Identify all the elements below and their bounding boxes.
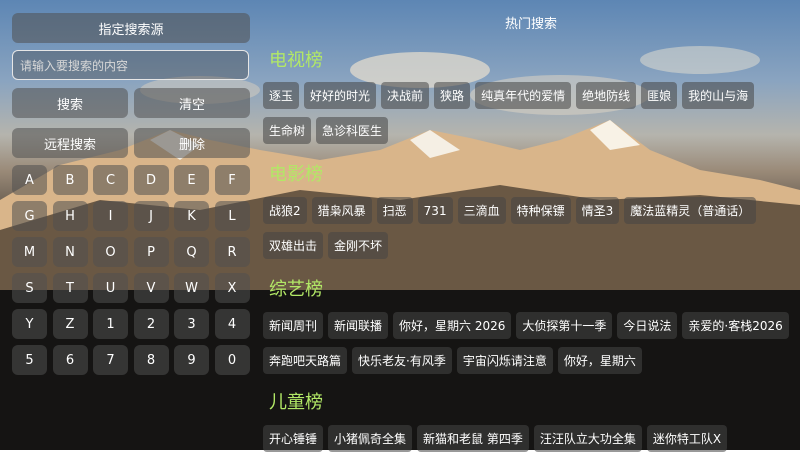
key-h[interactable]: H — [52, 201, 88, 231]
clear-button[interactable]: 清空 — [134, 88, 250, 118]
hot-search-tag[interactable]: 生命树 — [263, 117, 312, 144]
tag-row: 奔跑吧天路篇 快乐老友·有风季 宇宙闪烁请注意 你好，星期六 — [263, 347, 642, 374]
hot-search-tag[interactable]: 决战前 — [381, 82, 430, 109]
key-6[interactable]: 6 — [52, 345, 88, 375]
key-n[interactable]: N — [52, 237, 88, 267]
hot-search-tag[interactable]: 特种保镖 — [510, 197, 571, 224]
key-9[interactable]: 9 — [174, 345, 209, 375]
hot-search-tag[interactable]: 魔法蓝精灵（普通话） — [624, 197, 757, 224]
key-j[interactable]: J — [133, 201, 169, 231]
hot-search-tag[interactable]: 新闻联播 — [328, 312, 389, 339]
key-8[interactable]: 8 — [133, 345, 169, 375]
search-input[interactable]: 请输入要搜索的内容 — [12, 50, 249, 80]
hot-search-tag[interactable]: 你好，星期六 — [557, 347, 642, 374]
key-g[interactable]: G — [12, 201, 47, 231]
source-select-button[interactable]: 指定搜索源 — [12, 13, 250, 43]
tag-row: 开心锤锤 小猪佩奇全集 新猫和老鼠 第四季 汪汪队立大功全集 迷你特工队X — [263, 425, 728, 452]
key-i[interactable]: I — [93, 201, 128, 231]
hot-search-tag[interactable]: 汪汪队立大功全集 — [533, 425, 642, 452]
hot-search-tag[interactable]: 战狼2 — [263, 197, 307, 224]
delete-button[interactable]: 删除 — [134, 128, 250, 158]
hot-search-tag[interactable]: 新猫和老鼠 第四季 — [417, 425, 529, 452]
hot-search-tag[interactable]: 情圣3 — [575, 197, 620, 224]
key-l[interactable]: L — [214, 201, 250, 231]
hot-search-tag[interactable]: 亲爱的·客栈2026 — [682, 312, 789, 339]
hot-search-tag[interactable]: 新闻周刊 — [263, 312, 324, 339]
category-heading: 儿童榜 — [269, 392, 323, 413]
key-3[interactable]: 3 — [174, 309, 209, 339]
key-w[interactable]: W — [174, 273, 209, 303]
hot-search-tag[interactable]: 扫恶 — [376, 197, 413, 224]
hot-search-tag[interactable]: 奔跑吧天路篇 — [263, 347, 348, 374]
key-r[interactable]: R — [214, 237, 250, 267]
key-p[interactable]: P — [133, 237, 169, 267]
hot-search-tag[interactable]: 快乐老友·有风季 — [352, 347, 452, 374]
hot-search-tag[interactable]: 迷你特工队X — [646, 425, 728, 452]
tag-row: 战狼2 猎枭风暴 扫恶 731 三滴血 特种保镖 情圣3 魔法蓝精灵（普通话） — [263, 197, 757, 224]
hot-search-tag[interactable]: 开心锤锤 — [263, 425, 324, 452]
key-q[interactable]: Q — [174, 237, 209, 267]
key-4[interactable]: 4 — [214, 309, 250, 339]
hot-search-tag[interactable]: 猎枭风暴 — [311, 197, 372, 224]
key-v[interactable]: V — [133, 273, 169, 303]
category-heading: 综艺榜 — [269, 279, 323, 300]
tag-row: 逐玉 好好的时光 决战前 狭路 纯真年代的爱情 绝地防线 匪娘 我的山与海 — [263, 82, 755, 109]
hot-search-tag[interactable]: 逐玉 — [263, 82, 300, 109]
hot-search-tag[interactable]: 731 — [417, 197, 453, 224]
hot-search-tag[interactable]: 绝地防线 — [576, 82, 637, 109]
hot-search-tag[interactable]: 今日说法 — [617, 312, 678, 339]
key-s[interactable]: S — [12, 273, 47, 303]
key-0[interactable]: 0 — [214, 345, 250, 375]
tag-row: 生命树 急诊科医生 — [263, 117, 389, 144]
key-c[interactable]: C — [93, 165, 128, 195]
hot-search-tag[interactable]: 大侦探第十一季 — [516, 312, 613, 339]
hot-search-tag[interactable]: 狭路 — [434, 82, 471, 109]
key-1[interactable]: 1 — [93, 309, 128, 339]
hot-search-tag[interactable]: 好好的时光 — [304, 82, 377, 109]
hot-search-tag[interactable]: 匪娘 — [641, 82, 678, 109]
key-k[interactable]: K — [174, 201, 209, 231]
hot-search-tag[interactable]: 我的山与海 — [682, 82, 755, 109]
hot-search-tag[interactable]: 小猪佩奇全集 — [328, 425, 413, 452]
tag-row: 新闻周刊 新闻联播 你好，星期六 2026 大侦探第十一季 今日说法 亲爱的·客栈2026 — [263, 312, 789, 339]
tag-row: 双雄出击 金刚不坏 — [263, 232, 389, 259]
key-a[interactable]: A — [12, 165, 47, 195]
hot-search-tag[interactable]: 双雄出击 — [263, 232, 324, 259]
key-7[interactable]: 7 — [93, 345, 128, 375]
hot-search-title: 热门搜索 — [504, 17, 557, 32]
key-m[interactable]: M — [12, 237, 47, 267]
key-5[interactable]: 5 — [12, 345, 47, 375]
key-x[interactable]: X — [214, 273, 250, 303]
key-2[interactable]: 2 — [133, 309, 169, 339]
key-y[interactable]: Y — [12, 309, 47, 339]
category-heading: 电视榜 — [269, 50, 323, 71]
key-b[interactable]: B — [52, 165, 88, 195]
hot-search-tag[interactable]: 宇宙闪烁请注意 — [456, 347, 553, 374]
hot-search-tag[interactable]: 纯真年代的爱情 — [475, 82, 572, 109]
remote-search-button[interactable]: 远程搜索 — [12, 128, 128, 158]
hot-search-tag[interactable]: 急诊科医生 — [316, 117, 389, 144]
key-u[interactable]: U — [93, 273, 128, 303]
keyboard: ABCDEF GHIJKL MNOPQR STUVWX YZ1234 567890 — [12, 165, 250, 375]
key-d[interactable]: D — [133, 165, 169, 195]
key-t[interactable]: T — [52, 273, 88, 303]
search-button[interactable]: 搜索 — [12, 88, 128, 118]
hot-search-tag[interactable]: 你好，星期六 2026 — [393, 312, 512, 339]
hot-search-tag[interactable]: 三滴血 — [457, 197, 506, 224]
key-f[interactable]: F — [214, 165, 250, 195]
category-heading: 电影榜 — [269, 164, 323, 185]
hot-search-tag[interactable]: 金刚不坏 — [328, 232, 389, 259]
key-o[interactable]: O — [93, 237, 128, 267]
key-z[interactable]: Z — [52, 309, 88, 339]
key-e[interactable]: E — [174, 165, 209, 195]
